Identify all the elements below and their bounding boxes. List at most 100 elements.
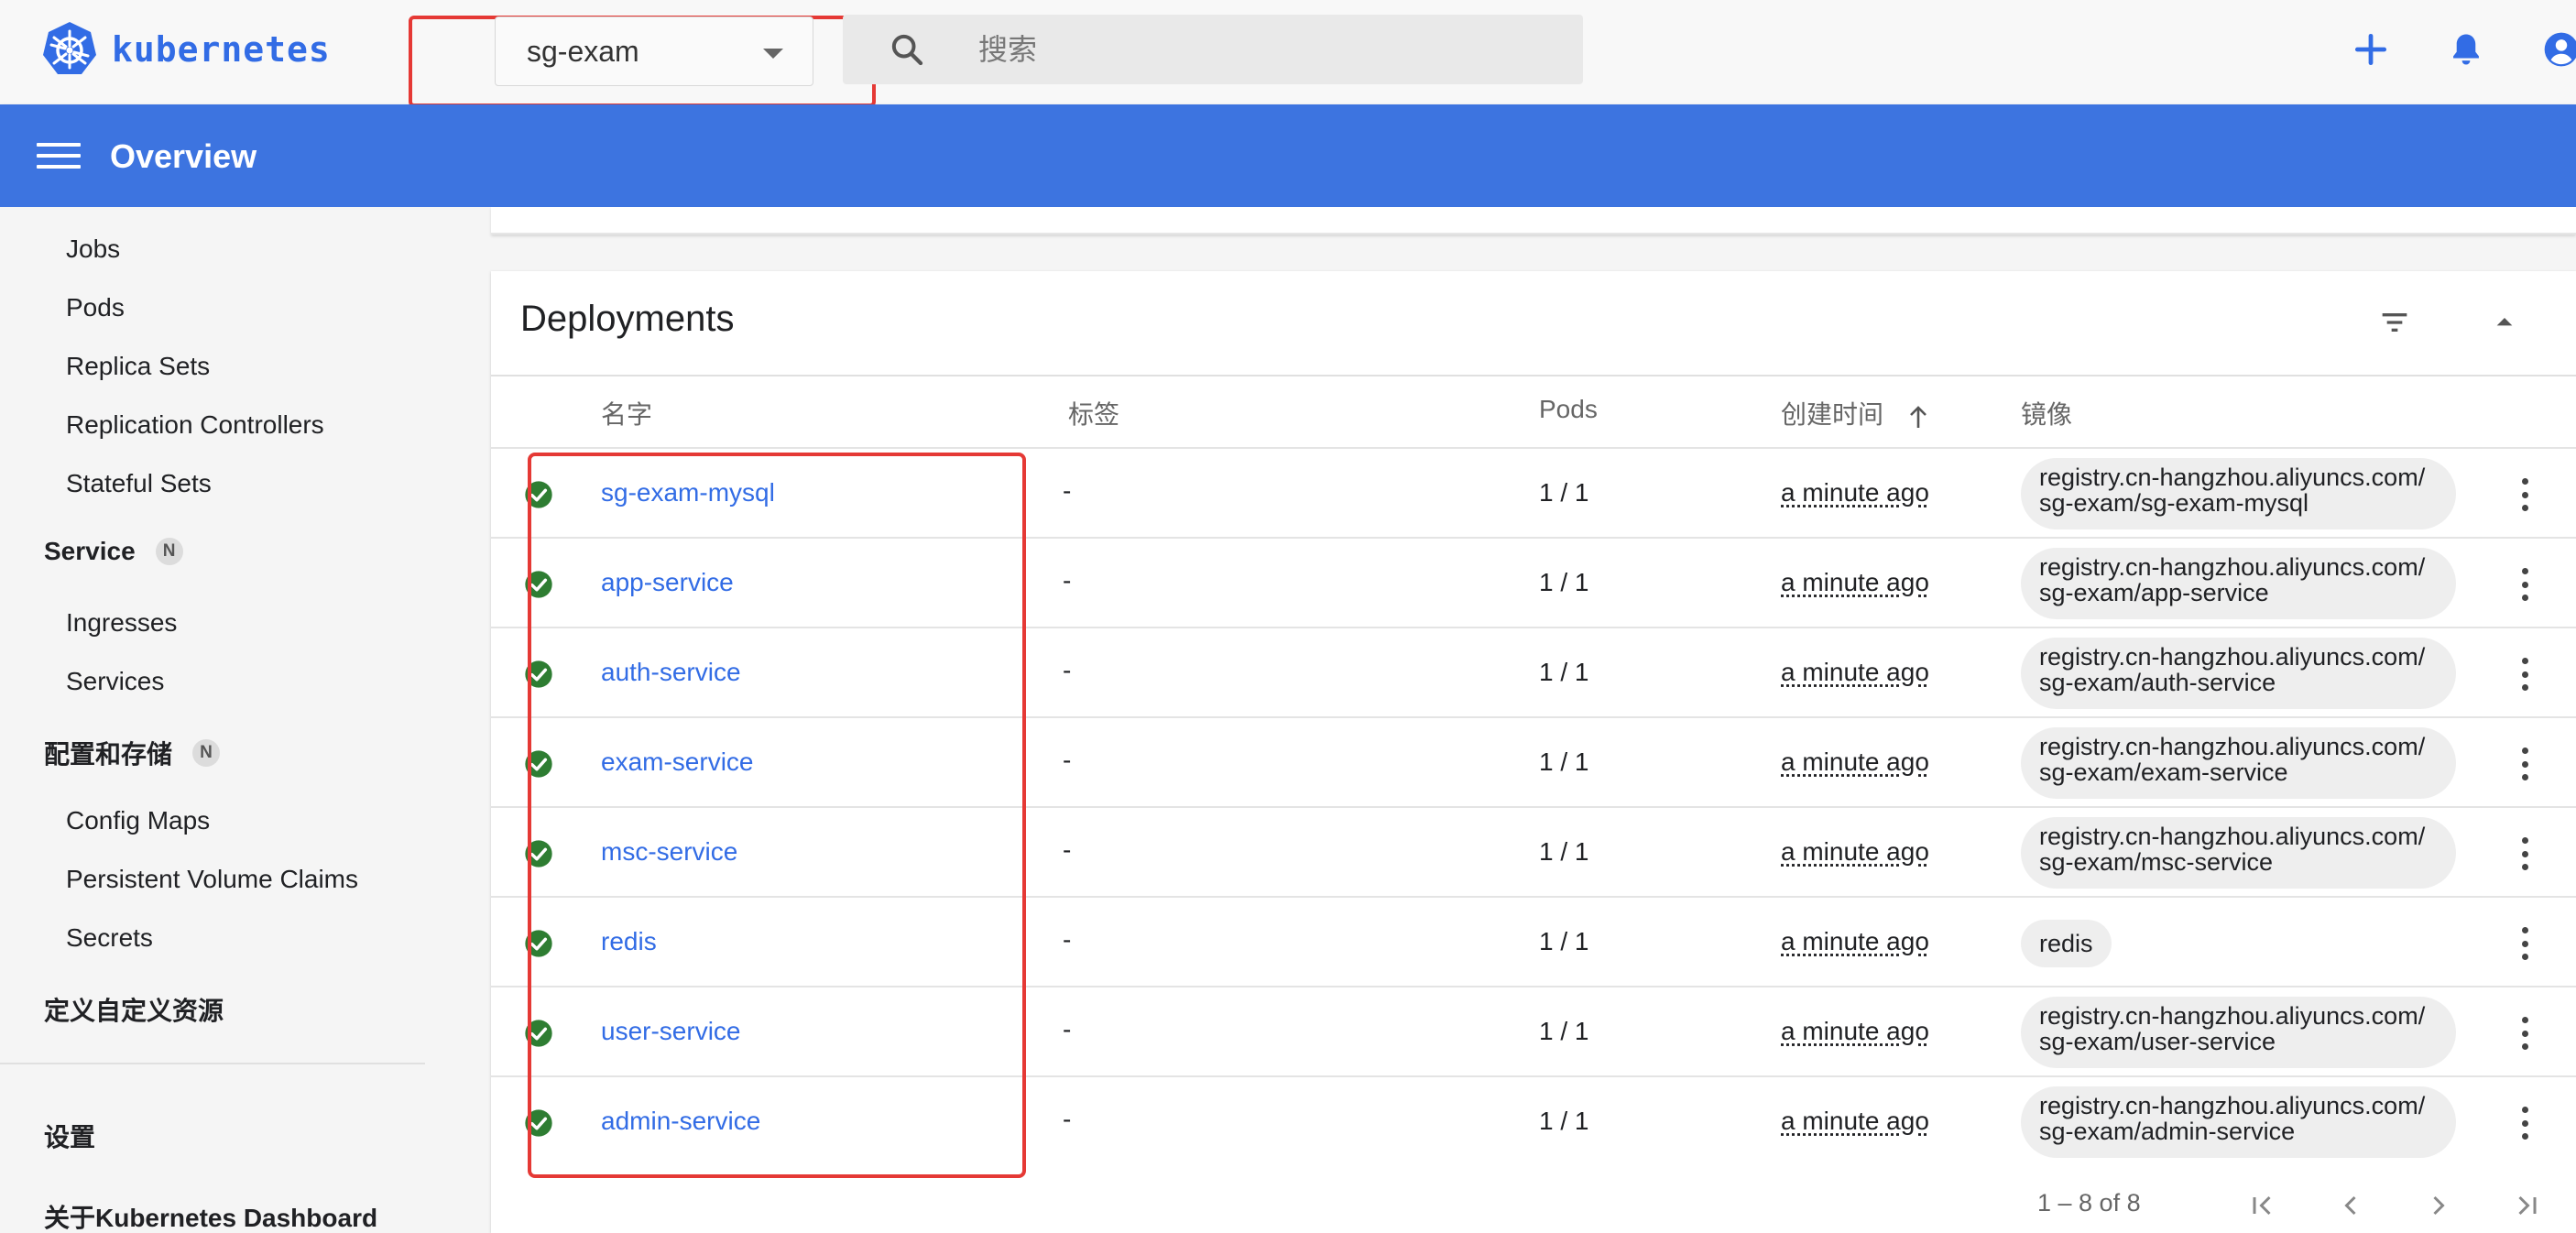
- sidebar-item-replication-controllers[interactable]: Replication Controllers: [66, 410, 324, 440]
- previous-page-button[interactable]: [2327, 1182, 2374, 1229]
- create-button[interactable]: [2345, 24, 2396, 75]
- caret-up-icon: [2486, 304, 2523, 341]
- deployment-created-time[interactable]: a minute ago: [1781, 1107, 1929, 1136]
- deployment-created-time[interactable]: a minute ago: [1781, 1017, 1929, 1046]
- column-header-created-label: 创建时间: [1781, 400, 1883, 429]
- column-header-name[interactable]: 名字: [601, 395, 652, 431]
- column-header-pods: Pods: [1539, 395, 1598, 424]
- sidebar-section-service[interactable]: Service N: [44, 537, 183, 566]
- first-page-icon: [2246, 1189, 2279, 1222]
- image-line: registry.cn-hangzhou.aliyuncs.com/: [2039, 464, 2425, 490]
- deployment-created-time[interactable]: a minute ago: [1781, 478, 1929, 507]
- deployment-pods: 1 / 1: [1539, 1107, 1588, 1136]
- sidebar-item-jobs[interactable]: Jobs: [66, 235, 120, 264]
- image-line: registry.cn-hangzhou.aliyuncs.com/: [2039, 554, 2425, 580]
- row-actions-menu-icon[interactable]: [2508, 566, 2541, 603]
- namespaced-badge: N: [192, 739, 220, 767]
- image-line: registry.cn-hangzhou.aliyuncs.com/: [2039, 734, 2425, 759]
- row-actions-menu-icon[interactable]: [2508, 476, 2541, 513]
- deployment-created-time[interactable]: a minute ago: [1781, 658, 1929, 687]
- sidebar-item-stateful-sets[interactable]: Stateful Sets: [66, 469, 212, 498]
- account-icon: [2541, 29, 2576, 70]
- search-input[interactable]: [978, 27, 1528, 71]
- image-line: registry.cn-hangzhou.aliyuncs.com/: [2039, 824, 2425, 849]
- sidebar-section-label: 配置和存储: [44, 735, 172, 771]
- image-chip: registry.cn-hangzhou.aliyuncs.com/sg-exa…: [2021, 548, 2456, 619]
- namespace-select-value: sg-exam: [527, 35, 639, 69]
- deployment-labels: -: [1063, 1105, 1071, 1134]
- sidebar-item-settings[interactable]: 设置: [44, 1118, 95, 1154]
- deployment-pods: 1 / 1: [1539, 1017, 1588, 1046]
- collapse-button[interactable]: [2483, 300, 2527, 344]
- column-header-images: 镜像: [2021, 395, 2072, 431]
- deployment-pods: 1 / 1: [1539, 837, 1588, 867]
- hamburger-icon-line: [37, 143, 81, 147]
- chevron-left-icon: [2334, 1189, 2367, 1222]
- card-divider: [491, 375, 2576, 376]
- sidebar-section-label: Service: [44, 537, 136, 566]
- chevron-right-icon: [2422, 1189, 2455, 1222]
- filter-button[interactable]: [2373, 300, 2417, 344]
- sidebar-item-services[interactable]: Services: [66, 667, 164, 696]
- column-header-created[interactable]: 创建时间: [1781, 395, 1929, 431]
- image-line: registry.cn-hangzhou.aliyuncs.com/: [2039, 1093, 2425, 1118]
- notifications-button[interactable]: [2440, 24, 2492, 75]
- sidebar-item-pods[interactable]: Pods: [66, 293, 125, 322]
- image-line: sg-exam/msc-service: [2039, 849, 2425, 875]
- deployment-labels: -: [1063, 835, 1071, 865]
- image-chip: registry.cn-hangzhou.aliyuncs.com/sg-exa…: [2021, 458, 2456, 529]
- namespaced-badge: N: [156, 538, 183, 565]
- image-line: sg-exam/auth-service: [2039, 670, 2425, 695]
- row-actions-menu-icon[interactable]: [2508, 656, 2541, 693]
- deployment-pods: 1 / 1: [1539, 478, 1588, 507]
- deployment-created-time[interactable]: a minute ago: [1781, 747, 1929, 777]
- image-chip: redis: [2021, 920, 2112, 967]
- namespace-select[interactable]: sg-exam: [495, 16, 813, 86]
- account-button[interactable]: [2536, 24, 2576, 75]
- row-actions-menu-icon[interactable]: [2508, 1015, 2541, 1052]
- image-chip: registry.cn-hangzhou.aliyuncs.com/sg-exa…: [2021, 997, 2456, 1068]
- image-line: sg-exam/user-service: [2039, 1029, 2425, 1054]
- bell-icon: [2446, 29, 2486, 70]
- sidebar-item-config-maps[interactable]: Config Maps: [66, 806, 210, 835]
- image-chip: registry.cn-hangzhou.aliyuncs.com/sg-exa…: [2021, 638, 2456, 709]
- image-line: sg-exam/admin-service: [2039, 1118, 2425, 1144]
- filter-icon: [2376, 304, 2413, 341]
- first-page-button[interactable]: [2239, 1182, 2287, 1229]
- image-line: sg-exam/sg-exam-mysql: [2039, 490, 2425, 516]
- row-actions-menu-icon[interactable]: [2508, 835, 2541, 872]
- image-line: registry.cn-hangzhou.aliyuncs.com/: [2039, 644, 2425, 670]
- column-header-labels: 标签: [1068, 395, 1119, 431]
- page-title: Overview: [110, 137, 257, 176]
- row-actions-menu-icon[interactable]: [2508, 746, 2541, 782]
- last-page-icon: [2510, 1189, 2543, 1222]
- card-title: Deployments: [520, 299, 734, 340]
- kubernetes-logo[interactable]: kubernetes: [40, 20, 331, 79]
- row-actions-menu-icon[interactable]: [2508, 925, 2541, 962]
- sidebar-item-persistent-volume-claims[interactable]: Persistent Volume Claims: [66, 865, 358, 894]
- previous-card-bottom: [491, 207, 2576, 235]
- sidebar-item-about[interactable]: 关于Kubernetes Dashboard: [44, 1198, 377, 1233]
- row-actions-menu-icon[interactable]: [2508, 1105, 2541, 1141]
- hamburger-icon-line: [37, 154, 81, 158]
- menu-toggle-button[interactable]: [37, 137, 81, 174]
- image-chip: registry.cn-hangzhou.aliyuncs.com/sg-exa…: [2021, 727, 2456, 799]
- deployment-created-time[interactable]: a minute ago: [1781, 568, 1929, 597]
- sidebar-item-secrets[interactable]: Secrets: [66, 923, 153, 953]
- image-line: redis: [2039, 931, 2093, 956]
- deployment-pods: 1 / 1: [1539, 747, 1588, 777]
- deployment-labels: -: [1063, 1015, 1071, 1044]
- sidebar-section-config-storage[interactable]: 配置和存储 N: [44, 735, 220, 771]
- last-page-button[interactable]: [2503, 1182, 2550, 1229]
- deployment-created-time[interactable]: a minute ago: [1781, 837, 1929, 867]
- search-bar[interactable]: [843, 15, 1583, 84]
- sidebar-item-ingresses[interactable]: Ingresses: [66, 608, 177, 638]
- sidebar-item-replica-sets[interactable]: Replica Sets: [66, 352, 210, 381]
- sidebar-section-crd[interactable]: 定义自定义资源: [44, 991, 224, 1028]
- deployment-created-time[interactable]: a minute ago: [1781, 927, 1929, 956]
- next-page-button[interactable]: [2415, 1182, 2462, 1229]
- image-chip: registry.cn-hangzhou.aliyuncs.com/sg-exa…: [2021, 817, 2456, 889]
- plus-icon: [2351, 29, 2391, 70]
- image-chip: registry.cn-hangzhou.aliyuncs.com/sg-exa…: [2021, 1086, 2456, 1158]
- deployment-labels: -: [1063, 925, 1071, 955]
